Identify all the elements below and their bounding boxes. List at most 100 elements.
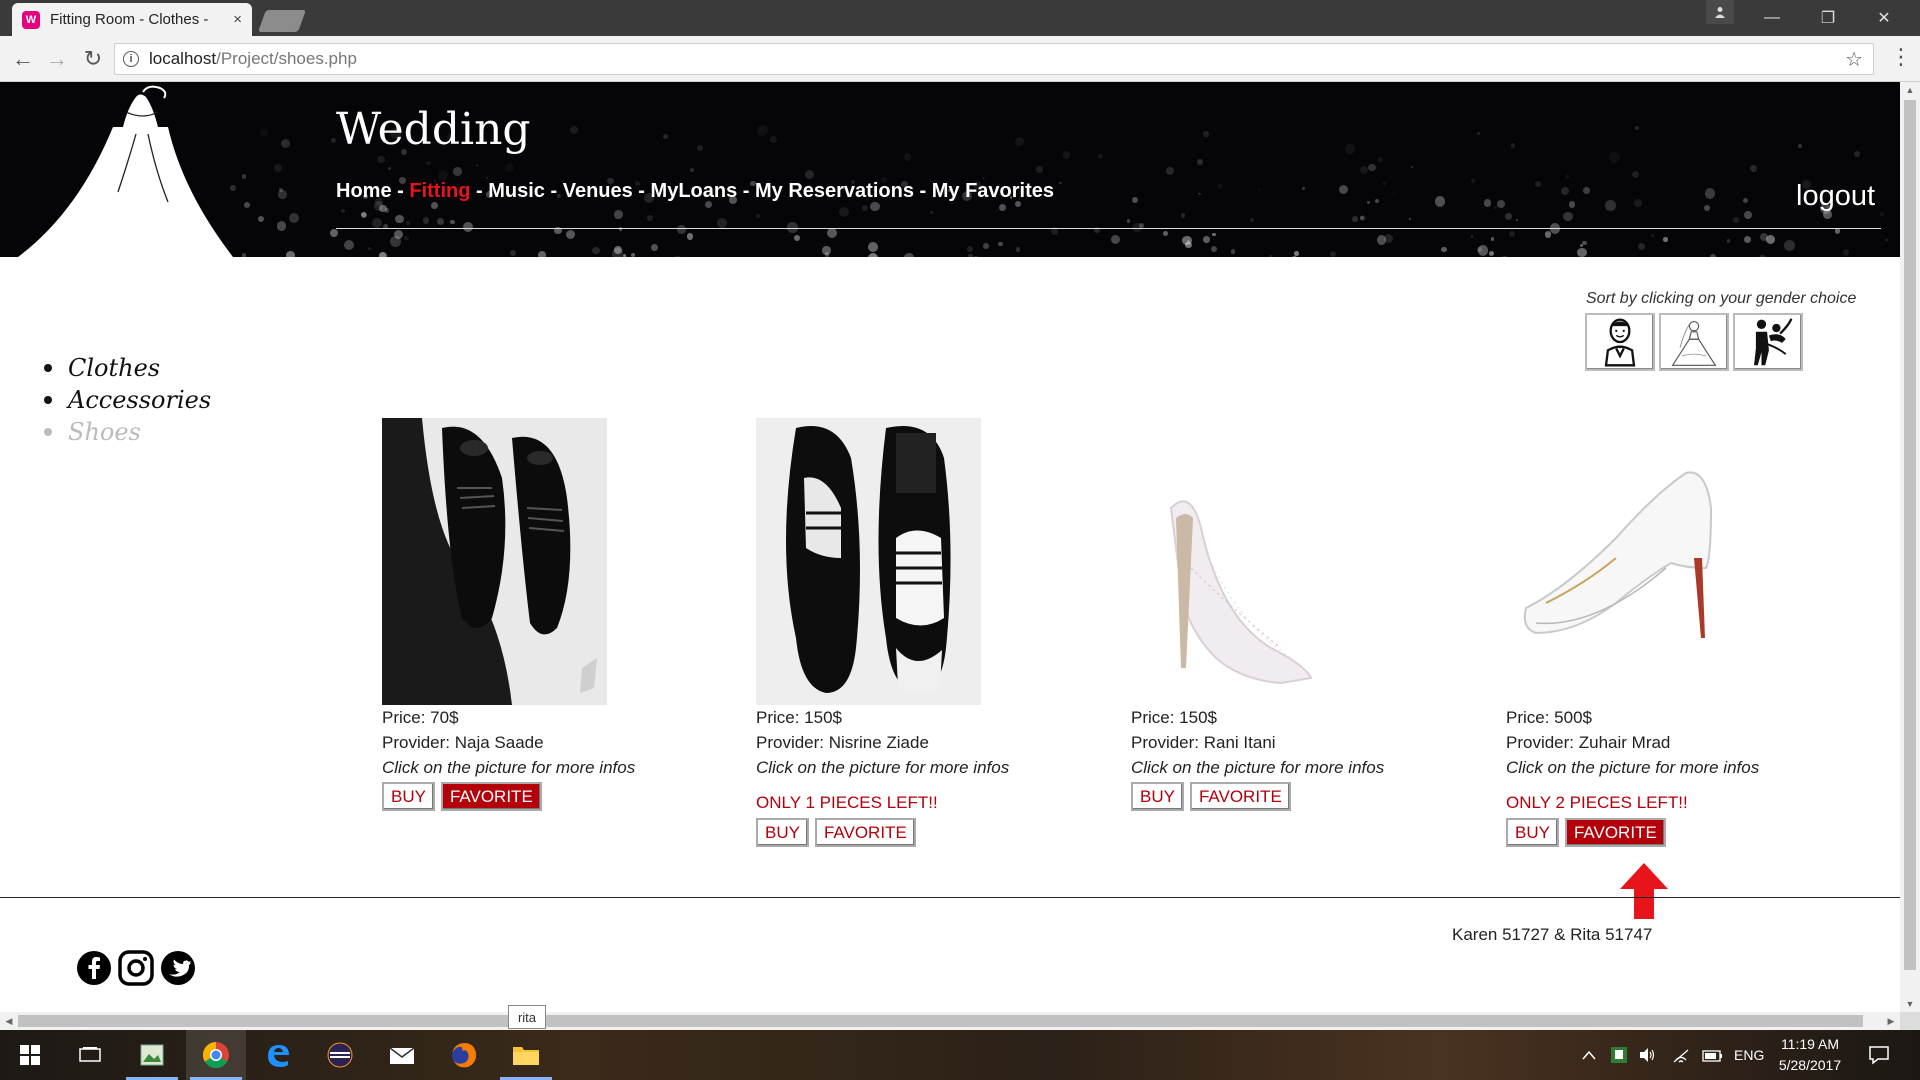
wifi-icon[interactable] [1672,1048,1692,1064]
language-indicator[interactable]: ENG [1734,1047,1764,1063]
favorite-button[interactable]: FAVORITE [814,818,916,847]
profile-icon[interactable] [1706,0,1734,24]
notifications-icon[interactable] [1868,1045,1890,1065]
product-card: Price: 70$ Provider: Naja Saade Click on… [382,418,682,811]
vertical-scroll-thumb[interactable] [1904,100,1916,970]
buy-button[interactable]: BUY [1131,782,1184,811]
browser-tab[interactable]: W Fitting Room - Clothes - × [12,3,252,36]
nav-link-home[interactable]: Home [336,180,392,202]
bookmark-star-icon[interactable]: ☆ [1845,47,1863,72]
site-header: Wedding Home - Fitting - Music - Venues … [0,82,1900,257]
product-image-white-patent-pump[interactable] [1506,418,1731,705]
bullet-icon [44,428,52,436]
favorite-button[interactable]: FAVORITE [440,782,542,811]
nav-link-fitting[interactable]: Fitting [409,180,470,202]
tray-expand-icon[interactable] [1582,1050,1596,1060]
wedding-dress-logo[interactable] [18,82,233,257]
taskbar-app-photos[interactable] [122,1030,182,1080]
category-item-accessories[interactable]: Accessories [44,384,211,416]
sort-groom-button[interactable] [1585,313,1655,371]
product-hint: Click on the picture for more infos [1506,758,1760,777]
buy-button[interactable]: BUY [382,782,435,811]
taskbar-app-chrome[interactable] [186,1030,246,1080]
scroll-left-icon[interactable]: ◀ [0,1012,18,1030]
battery-icon[interactable] [1702,1049,1724,1063]
taskbar-app-file-explorer[interactable] [496,1030,556,1080]
horizontal-scrollbar[interactable]: ◀ ▶ [0,1012,1900,1030]
product-provider: Provider: Naja Saade [382,733,544,752]
restore-button[interactable]: ❐ [1800,0,1856,36]
favorite-button[interactable]: FAVORITE [1564,818,1666,847]
firefox-icon [452,1043,477,1068]
groom-icon [1604,318,1636,367]
sort-couple-button[interactable] [1733,313,1803,371]
windows-taskbar: ENG 11:19 AM 5/28/2017 [0,1030,1920,1080]
nav-separator: - [632,180,651,202]
product-image-men-black-shoes[interactable] [382,418,607,705]
bullet-icon [44,396,52,404]
site-info-icon[interactable]: i [123,51,139,67]
category-item-clothes[interactable]: Clothes [44,352,211,384]
volume-icon[interactable] [1638,1046,1656,1064]
nav-link-my-favorites[interactable]: My Favorites [932,180,1054,202]
web-page: Wedding Home - Fitting - Music - Venues … [0,82,1900,1012]
clock-date[interactable]: 5/28/2017 [1778,1057,1842,1073]
sort-caption: Sort by clicking on your gender choice [1586,290,1857,307]
logout-link[interactable]: logout [1796,180,1875,213]
back-icon[interactable]: ← [8,44,38,74]
category-list: Clothes Accessories Shoes [44,352,211,448]
sort-bride-button[interactable] [1659,313,1729,371]
scroll-right-icon[interactable]: ▶ [1882,1012,1900,1030]
nav-link-myloans[interactable]: MyLoans [651,180,738,202]
nav-link-music[interactable]: Music [488,180,545,202]
new-tab-button[interactable] [257,10,307,32]
tab-title: Fitting Room - Clothes - [50,11,209,28]
browser-toolbar: ← → ↻ i localhost /Project/shoes.php ☆ ⋮ [0,36,1920,82]
product-image-white-lace-pump[interactable] [1131,418,1356,705]
close-window-button[interactable]: ✕ [1856,0,1912,36]
site-title: Wedding [336,104,531,155]
vertical-scrollbar[interactable]: ▲ ▼ [1900,82,1920,1012]
nav-link-my-reservations[interactable]: My Reservations [755,180,914,202]
taskbar-app-edge[interactable] [248,1030,308,1080]
twitter-icon[interactable] [160,950,196,986]
instagram-icon[interactable] [118,950,154,986]
bullet-icon [44,364,52,372]
reload-icon[interactable]: ↻ [78,44,108,74]
couple-icon [1754,318,1793,366]
product-price: Price: 500$ [1506,708,1592,727]
tray-app-icon[interactable] [1610,1046,1628,1064]
scroll-down-icon[interactable]: ▼ [1900,996,1920,1012]
scroll-up-icon[interactable]: ▲ [1900,82,1920,98]
red-arrow-icon [1620,863,1668,919]
tab-close-icon[interactable]: × [233,11,242,28]
product-card: Price: 500$ Provider: Zuhair Mrad Click … [1506,418,1806,847]
nav-separator: - [391,180,410,202]
address-bar[interactable]: i localhost /Project/shoes.php ☆ [114,43,1874,75]
product-price: Price: 150$ [756,708,842,727]
buy-button[interactable]: BUY [756,818,809,847]
clock-time[interactable]: 11:19 AM [1780,1036,1840,1052]
site-favicon-icon: W [22,10,40,29]
minimize-button[interactable]: — [1744,0,1800,36]
start-button[interactable] [0,1030,60,1080]
buy-button[interactable]: BUY [1506,818,1559,847]
task-view-button[interactable] [60,1030,120,1080]
folder-icon [513,1047,539,1065]
horizontal-scroll-thumb[interactable] [18,1015,1863,1027]
product-provider: Provider: Rani Itani [1131,733,1276,752]
facebook-icon[interactable] [76,950,112,986]
nav-link-venues[interactable]: Venues [563,180,633,202]
footer-divider [0,897,1900,898]
stock-warning: ONLY 2 PIECES LEFT!! [1506,793,1688,812]
browser-menu-icon[interactable]: ⋮ [1890,44,1912,70]
browser-titlebar: W Fitting Room - Clothes - × — ❐ ✕ [0,0,1920,36]
favorite-button[interactable]: FAVORITE [1189,782,1291,811]
taskbar-app-eclipse[interactable] [310,1030,370,1080]
forward-icon[interactable]: → [42,44,72,74]
product-image-men-wingtip-shoes[interactable] [756,418,981,705]
taskbar-app-mail[interactable] [372,1030,432,1080]
taskbar-app-firefox[interactable] [434,1030,494,1080]
category-item-shoes[interactable]: Shoes [44,416,211,448]
category-label: Shoes [68,418,141,446]
